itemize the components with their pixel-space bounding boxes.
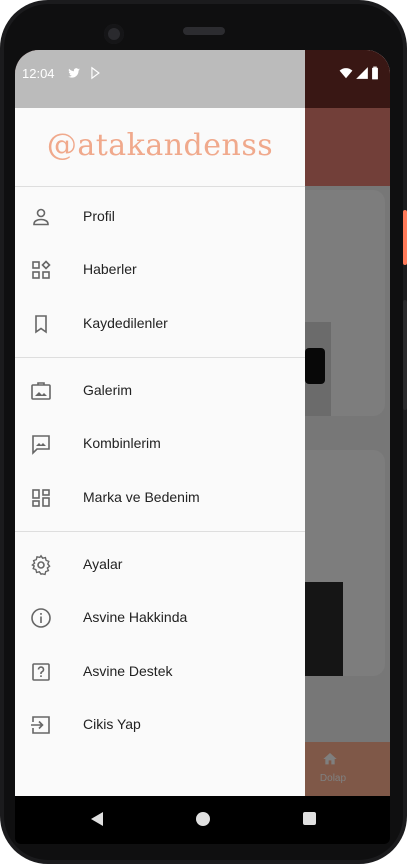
dashboard-icon [29, 258, 53, 282]
menu-item-label: Galerim [83, 382, 133, 398]
menu-item-ayalar[interactable]: Ayalar [15, 539, 305, 591]
menu-item-label: Haberler [83, 261, 137, 277]
system-navigation-bar [15, 796, 390, 844]
navigation-drawer: @atakandenss Profil Haberler Kaydedilenl… [15, 50, 305, 796]
info-icon [29, 606, 53, 630]
logout-icon [29, 713, 53, 737]
menu-item-galerim[interactable]: Galerim [15, 365, 305, 417]
grid-icon [29, 486, 53, 510]
earpiece-speaker [183, 27, 225, 35]
menu-item-cikis-yap[interactable]: Cikis Yap [15, 699, 305, 751]
help-icon [29, 660, 53, 684]
menu-item-label: Ayalar [83, 556, 123, 572]
home-button-icon[interactable] [196, 812, 210, 826]
menu-item-label: Profil [83, 208, 115, 224]
username-title: @atakandenss [46, 128, 274, 163]
person-icon [29, 205, 53, 229]
menu-item-label: Asvine Destek [83, 663, 173, 679]
twitter-icon [68, 68, 80, 78]
play-store-icon [91, 66, 100, 80]
battery-icon [372, 66, 378, 80]
menu-item-label: Kaydedilenler [83, 315, 168, 331]
menu-item-label: Asvine Hakkinda [83, 609, 188, 625]
signal-icon [356, 67, 368, 79]
back-icon[interactable] [91, 812, 103, 826]
menu-item-kombinlerim[interactable]: Kombinlerim [15, 418, 305, 470]
menu-item-label: Marka ve Bedenim [83, 489, 200, 505]
divider [15, 531, 305, 532]
drawer-header: @atakandenss [15, 108, 305, 187]
power-button[interactable] [403, 210, 407, 265]
gallery-icon [29, 379, 53, 403]
chat-image-icon [29, 432, 53, 456]
screen: Dolap @atakandenss Profil Haberler [15, 50, 390, 796]
menu-item-label: Kombinlerim [83, 435, 161, 451]
menu-item-asvine-destek[interactable]: Asvine Destek [15, 646, 305, 698]
volume-button[interactable] [403, 300, 407, 410]
divider [15, 357, 305, 358]
bookmark-icon [29, 312, 53, 336]
wifi-icon [339, 68, 353, 79]
status-time: 12:04 [22, 66, 55, 81]
status-bar: 12:04 [15, 50, 390, 108]
settings-gear-icon [29, 553, 53, 577]
menu-item-asvine-hakkinda[interactable]: Asvine Hakkinda [15, 592, 305, 644]
menu-item-profil[interactable]: Profil [15, 191, 305, 243]
menu-item-haberler[interactable]: Haberler [15, 244, 305, 296]
phone-frame: Dolap @atakandenss Profil Haberler [0, 0, 407, 864]
menu-item-label: Cikis Yap [83, 716, 141, 732]
menu-item-kaydedilenler[interactable]: Kaydedilenler [15, 298, 305, 350]
recents-icon[interactable] [303, 812, 316, 825]
menu-item-marka-ve-bedenim[interactable]: Marka ve Bedenim [15, 472, 305, 524]
front-camera [104, 24, 124, 44]
